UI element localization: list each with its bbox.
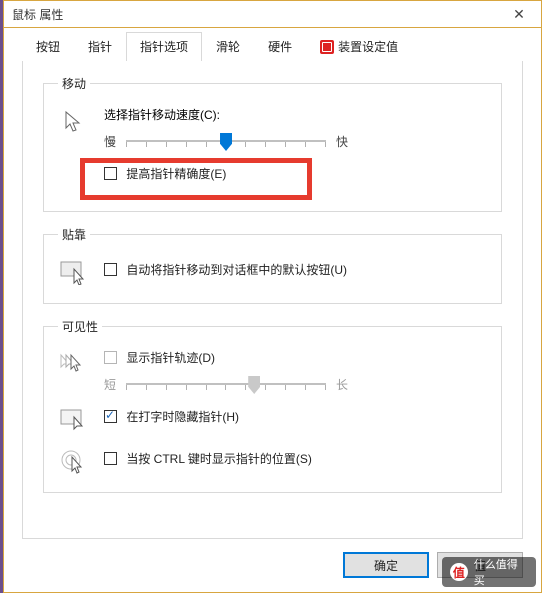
hide-typing-icon xyxy=(58,404,90,436)
ctrl-locate-icon xyxy=(58,446,90,478)
tab-buttons[interactable]: 按钮 xyxy=(22,32,74,62)
fast-label: 快 xyxy=(336,133,348,150)
annotation-highlight xyxy=(80,158,312,200)
group-visibility: 可见性 显示指针轨迹(D) 短 xyxy=(43,318,502,493)
tab-label: 按钮 xyxy=(36,40,60,54)
tab-label: 硬件 xyxy=(268,40,292,54)
window-title: 鼠标 属性 xyxy=(12,6,497,23)
tab-label: 指针 xyxy=(88,40,112,54)
pointer-trails-icon xyxy=(58,349,90,381)
tab-label: 指针选项 xyxy=(140,40,188,54)
smzdm-watermark: 值 什么值得买 xyxy=(442,557,536,587)
long-label: 长 xyxy=(336,376,348,393)
group-motion-legend: 移动 xyxy=(58,75,90,92)
pointer-speed-slider[interactable] xyxy=(126,131,326,151)
snap-to-default-checkbox[interactable]: 自动将指针移动到对话框中的默认按钮(U) xyxy=(104,263,347,277)
checkbox-icon xyxy=(104,351,117,364)
checkbox-icon xyxy=(104,263,117,276)
tab-pointers[interactable]: 指针 xyxy=(74,32,126,62)
tab-wheel[interactable]: 滑轮 xyxy=(202,32,254,62)
tab-hardware[interactable]: 硬件 xyxy=(254,32,306,62)
group-snap: 贴靠 自动将指针移动到对话框中的默认按钮(U) xyxy=(43,226,502,304)
slow-label: 慢 xyxy=(104,133,116,150)
ok-button[interactable]: 确定 xyxy=(343,552,429,578)
snap-to-default-label: 自动将指针移动到对话框中的默认按钮(U) xyxy=(126,263,347,277)
ok-label: 确定 xyxy=(374,557,398,574)
tab-panel: 移动 选择指针移动速度(C): 慢 快 xyxy=(22,61,523,539)
hide-while-typing-label: 在打字时隐藏指针(H) xyxy=(126,410,239,424)
hide-while-typing-checkbox[interactable]: 在打字时隐藏指针(H) xyxy=(104,410,239,424)
ctrl-locate-checkbox[interactable]: 当按 CTRL 键时显示指针的位置(S) xyxy=(104,452,312,466)
group-visibility-legend: 可见性 xyxy=(58,318,102,335)
smzdm-logo-icon: 值 xyxy=(450,563,468,581)
titlebar: 鼠标 属性 ✕ xyxy=(4,1,541,28)
tab-bar: 按钮 指针 指针选项 滑轮 硬件 装置设定值 xyxy=(4,28,541,61)
short-label: 短 xyxy=(104,376,116,393)
tab-device-settings[interactable]: 装置设定值 xyxy=(306,32,412,62)
tab-label: 滑轮 xyxy=(216,40,240,54)
mouse-properties-window: 鼠标 属性 ✕ 按钮 指针 指针选项 滑轮 硬件 装置设定值 移动 选择指针移动… xyxy=(3,0,542,593)
pointer-speed-label: 选择指针移动速度(C): xyxy=(104,106,487,123)
pointer-speed-icon xyxy=(58,106,90,138)
ctrl-locate-label: 当按 CTRL 键时显示指针的位置(S) xyxy=(126,452,312,466)
snap-to-icon xyxy=(58,257,90,289)
group-snap-legend: 贴靠 xyxy=(58,226,90,243)
trails-length-slider xyxy=(126,374,326,394)
close-button[interactable]: ✕ xyxy=(497,1,541,28)
tab-label: 装置设定值 xyxy=(338,40,398,54)
synaptics-icon xyxy=(320,40,334,54)
pointer-trails-checkbox[interactable]: 显示指针轨迹(D) xyxy=(104,351,215,365)
pointer-trails-label: 显示指针轨迹(D) xyxy=(126,351,215,365)
checkbox-icon xyxy=(104,452,117,465)
smzdm-text: 什么值得买 xyxy=(474,556,528,588)
checkbox-icon xyxy=(104,410,117,423)
tab-pointer-options[interactable]: 指针选项 xyxy=(126,32,202,62)
group-motion: 移动 选择指针移动速度(C): 慢 快 xyxy=(43,75,502,212)
